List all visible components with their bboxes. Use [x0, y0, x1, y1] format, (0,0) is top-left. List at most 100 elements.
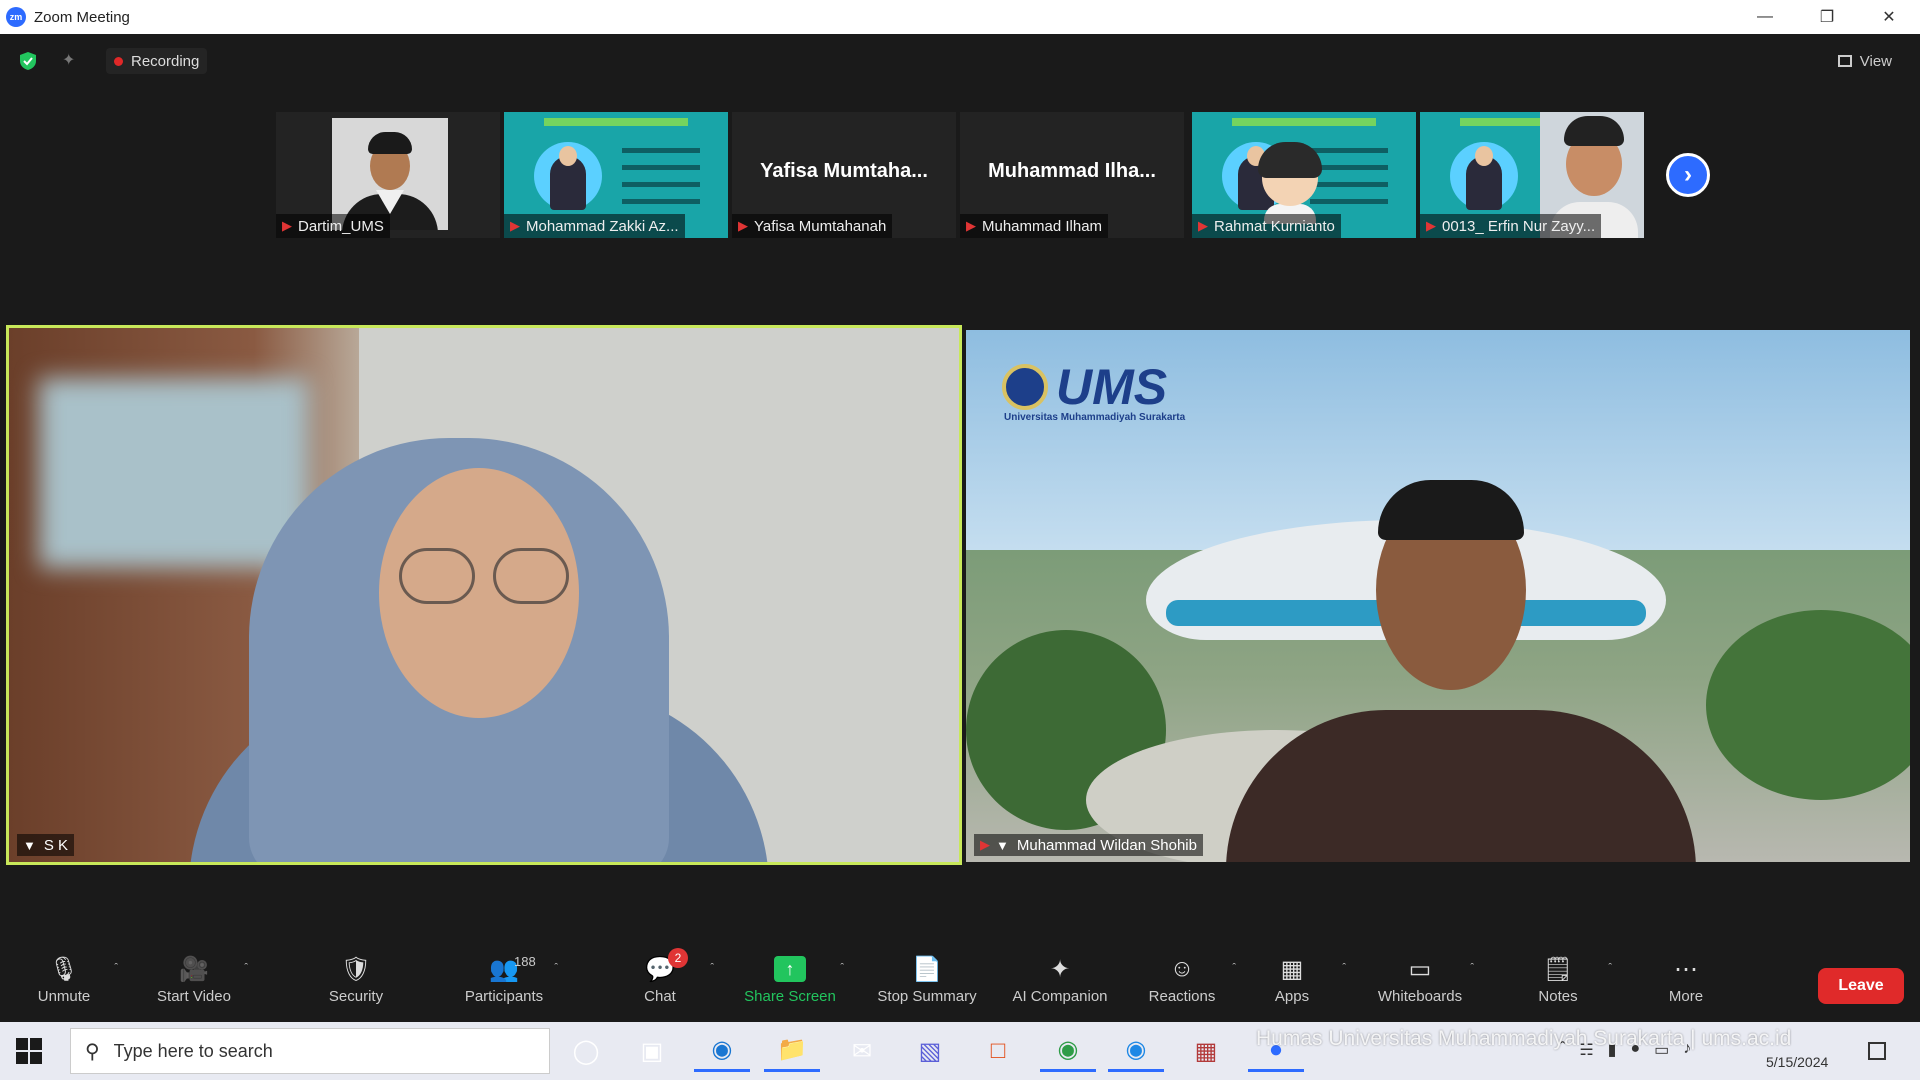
chat-button[interactable]: 💬 2 ˆ Chat [600, 948, 720, 1014]
participant-video[interactable]: UMS Universitas Muhammadiyah Surakarta ▶… [966, 330, 1910, 862]
unmute-label: Unmute [37, 988, 91, 1005]
pin-icon: ▼ [23, 837, 36, 853]
edge-browser-icon[interactable]: ◉ [694, 1030, 750, 1072]
apps-label: Apps [1274, 988, 1310, 1005]
recording-label: Recording [131, 52, 200, 70]
participant-name: Muhammad Ilham [982, 217, 1103, 235]
ums-logo-text: UMS [1056, 359, 1168, 415]
chevron-up-icon[interactable]: ˆ [1608, 962, 1612, 974]
taskbar-search[interactable]: ⚲ Type here to search [70, 1028, 550, 1074]
apps-button[interactable]: ▦ ˆ Apps [1232, 954, 1352, 1014]
view-button[interactable]: View [1830, 48, 1900, 74]
whiteboards-button[interactable]: ▭ ˆ Whiteboards [1360, 954, 1480, 1014]
participant-name: Yafisa Mumtahanah [754, 217, 887, 235]
cortana-icon[interactable]: ◯ [558, 1030, 614, 1072]
notes-icon: 🗒 [1542, 955, 1574, 983]
participant-thumbnail[interactable]: Muhammad Ilha... ▶ Muhammad Ilham [960, 112, 1184, 238]
participant-name: Mohammad Zakki Az... [526, 217, 679, 235]
window-titlebar: zm Zoom Meeting — ❐ ✕ [0, 0, 1920, 34]
app-icon[interactable]: ▦ [1178, 1030, 1234, 1072]
security-button[interactable]: 🛡 Security [296, 954, 416, 1014]
participant-thumbnail[interactable]: Yafisa Mumtaha... ▶ Yafisa Mumtahanah [732, 112, 956, 238]
reactions-button[interactable]: ☺ ˆ Reactions [1122, 954, 1242, 1014]
start-video-button[interactable]: 🎥 ˆ Start Video [134, 954, 254, 1014]
chevron-up-icon[interactable]: ˆ [840, 962, 844, 974]
watermark-text: Humas Universitas Muhammadiyah Surakarta… [1256, 1027, 1792, 1050]
participant-name: 0013_ Erfin Nur Zayy... [1442, 217, 1596, 235]
file-explorer-icon[interactable]: 📁 [764, 1030, 820, 1072]
app-icon[interactable]: ▧ [902, 1030, 958, 1072]
participant-name: Dartim_UMS [298, 217, 384, 235]
participant-display-name: Yafisa Mumtaha... [760, 160, 928, 182]
taskbar-date[interactable]: 5/15/2024 [1766, 1054, 1828, 1070]
mic-muted-icon: ▶ [282, 218, 292, 233]
share-screen-label: Share Screen [744, 988, 836, 1005]
whiteboard-icon: ▭ [1408, 955, 1432, 983]
active-speaker-video[interactable]: ▼ S K [6, 325, 962, 865]
ai-companion-label: AI Companion [1012, 988, 1108, 1005]
participant-thumbnail[interactable]: ▶ Mohammad Zakki Az... [504, 112, 728, 238]
ai-companion-button[interactable]: ✦ AI Companion [1000, 954, 1120, 1014]
app-icon[interactable]: ◉ [1108, 1030, 1164, 1072]
office-icon[interactable]: □ [970, 1030, 1026, 1072]
mic-muted-icon: ▶ [1198, 218, 1208, 233]
chevron-up-icon[interactable]: ˆ [1342, 962, 1346, 974]
notes-button[interactable]: 🗒 ˆ Notes [1498, 954, 1618, 1014]
participant-label: ▶ 0013_ Erfin Nur Zayy... [1420, 214, 1602, 238]
participants-button[interactable]: 👥 188 ˆ Participants [444, 954, 564, 1014]
notification-icon[interactable] [1868, 1042, 1886, 1060]
ums-logo: UMS [1002, 362, 1167, 412]
stop-summary-button[interactable]: 📄 Stop Summary [867, 954, 987, 1014]
participant-label: ▶ Muhammad Ilham [960, 214, 1109, 238]
participant-label: ▶ Dartim_UMS [276, 214, 390, 238]
chat-badge: 2 [668, 948, 688, 968]
minimize-button[interactable]: — [1734, 0, 1796, 34]
meeting-toolbar: 🎙 ˆ Unmute 🎥 ˆ Start Video 🛡 Security 👥 188… [0, 944, 1920, 1022]
chrome-icon[interactable]: ◉ [1040, 1030, 1096, 1072]
chevron-up-icon[interactable]: ˆ [554, 962, 558, 974]
participant-thumbnail[interactable]: ▶ Rahmat Kurnianto [1192, 112, 1416, 238]
whiteboards-label: Whiteboards [1377, 988, 1463, 1005]
ums-seal-icon [1002, 364, 1048, 410]
mail-icon[interactable]: ✉ [834, 1030, 890, 1072]
task-view-icon[interactable]: ▣ [624, 1030, 680, 1072]
chevron-up-icon[interactable]: ˆ [1470, 962, 1474, 974]
mic-muted-icon: ▶ [738, 218, 748, 233]
more-label: More [1668, 988, 1704, 1005]
pin-icon: ▼ [996, 837, 1009, 853]
participant-name: S K [43, 836, 69, 854]
avatar-icon [1252, 140, 1326, 224]
apps-icon: ▦ [1280, 955, 1304, 983]
start-video-label: Start Video [157, 988, 231, 1005]
video-name-tag: ▼ S K [17, 834, 75, 856]
participant-thumbnail[interactable]: ▶ Dartim_UMS [276, 112, 500, 238]
chevron-up-icon[interactable]: ˆ [114, 962, 118, 974]
shield-icon: 🛡 [340, 955, 372, 983]
unmute-button[interactable]: 🎙 ˆ Unmute [4, 954, 124, 1014]
more-button[interactable]: ⋯ More [1626, 954, 1746, 1014]
summary-icon: 📄 [912, 955, 942, 983]
chat-label: Chat [644, 988, 676, 1005]
chevron-up-icon[interactable]: ˆ [244, 962, 248, 974]
notes-label: Notes [1538, 988, 1578, 1005]
mic-muted-icon: ▶ [510, 218, 520, 233]
windows-start-icon[interactable] [16, 1038, 42, 1064]
mic-muted-icon: ▶ [980, 837, 990, 852]
participants-label: Participants [464, 988, 544, 1005]
reactions-label: Reactions [1148, 988, 1216, 1005]
participant-thumbnail[interactable]: ▶ 0013_ Erfin Nur Zayy... [1420, 112, 1644, 238]
chevron-right-icon: › [1684, 161, 1692, 188]
participant-name: Rahmat Kurnianto [1214, 217, 1335, 235]
leave-button[interactable]: Leave [1818, 968, 1904, 1004]
close-button[interactable]: ✕ [1858, 0, 1920, 34]
encryption-shield-icon[interactable] [18, 51, 38, 71]
search-placeholder: Type here to search [113, 1040, 273, 1061]
chevron-up-icon[interactable]: ˆ [710, 962, 714, 974]
restore-button[interactable]: ❐ [1796, 0, 1858, 34]
next-page-button[interactable]: › [1666, 153, 1710, 197]
ai-sparkle-icon[interactable]: ✦ [62, 50, 75, 70]
share-screen-button[interactable]: ↑ ˆ Share Screen [730, 954, 850, 1014]
participant-label: ▶ Yafisa Mumtahanah [732, 214, 893, 238]
recording-indicator[interactable]: Recording [106, 48, 208, 74]
mic-muted-icon: ▶ [966, 218, 976, 233]
